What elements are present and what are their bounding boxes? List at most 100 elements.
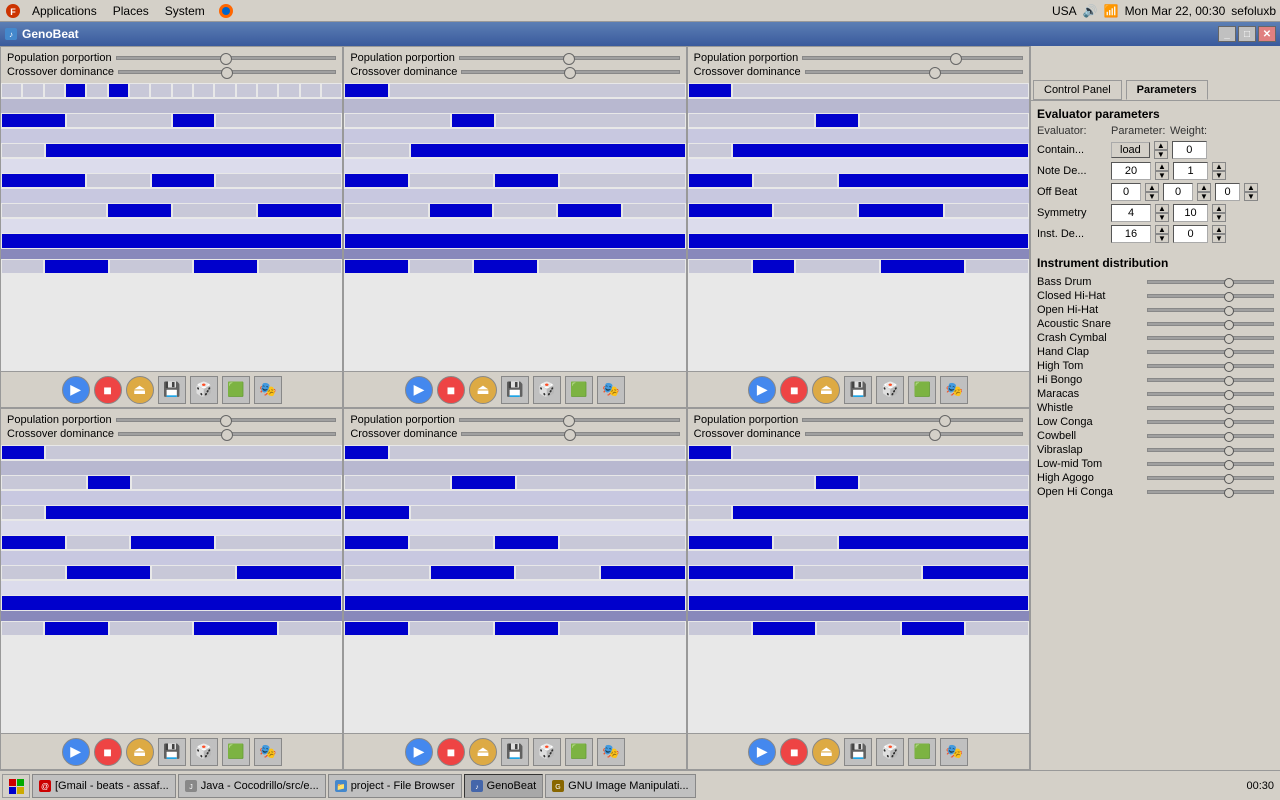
pattern-button-1-2[interactable]: 🟩 [565, 376, 593, 404]
minimize-button[interactable]: _ [1218, 26, 1236, 42]
dice-button-1-3[interactable]: 🎲 [876, 376, 904, 404]
inst-slider-bass-drum[interactable] [1147, 280, 1274, 284]
contain-weight-input[interactable] [1172, 141, 1207, 159]
pop-slider-1-3[interactable] [802, 56, 1023, 60]
inst-slider-low-conga[interactable] [1147, 420, 1274, 424]
eject-button-2-2[interactable]: ⏏ [469, 738, 497, 766]
pattern-button-1-1[interactable]: 🟩 [222, 376, 250, 404]
pattern-button-2-1[interactable]: 🟩 [222, 738, 250, 766]
inst-slider-hi-bongo[interactable] [1147, 378, 1274, 382]
firefox-icon[interactable] [217, 2, 235, 20]
save-button-1-2[interactable]: 💾 [501, 376, 529, 404]
close-button[interactable]: ✕ [1258, 26, 1276, 42]
dice-button-2-3[interactable]: 🎲 [876, 738, 904, 766]
start-button[interactable] [2, 774, 30, 798]
inst-slider-whistle[interactable] [1147, 406, 1274, 410]
offbeat-p1-up[interactable]: ▲ [1145, 183, 1159, 192]
offbeat-weight-input[interactable] [1215, 183, 1240, 201]
pop-slider-2-1[interactable] [116, 418, 337, 422]
cross-slider-1-3[interactable] [805, 70, 1023, 74]
stop-button-2-1[interactable]: ■ [94, 738, 122, 766]
tool-button-1-3[interactable]: 🎭 [940, 376, 968, 404]
taskbar-gmail[interactable]: @ [Gmail - beats - assaf... [32, 774, 176, 798]
save-button-2-2[interactable]: 💾 [501, 738, 529, 766]
taskbar-java[interactable]: J Java - Cocodrillo/src/e... [178, 774, 326, 798]
eject-button-2-3[interactable]: ⏏ [812, 738, 840, 766]
notede-weight-down[interactable]: ▼ [1212, 171, 1226, 180]
tool-button-2-1[interactable]: 🎭 [254, 738, 282, 766]
inst-slider-lowmid-tom[interactable] [1147, 462, 1274, 466]
dice-button-2-2[interactable]: 🎲 [533, 738, 561, 766]
stop-button-1-2[interactable]: ■ [437, 376, 465, 404]
contain-load-button[interactable]: load [1111, 142, 1150, 158]
notede-weight-input[interactable] [1173, 162, 1208, 180]
eject-button-1-1[interactable]: ⏏ [126, 376, 154, 404]
inst-slider-open-hi-conga[interactable] [1147, 490, 1274, 494]
symmetry-p-down[interactable]: ▼ [1155, 213, 1169, 222]
symmetry-w-down[interactable]: ▼ [1212, 213, 1226, 222]
notede-param-input[interactable] [1111, 162, 1151, 180]
instde-p-down[interactable]: ▼ [1155, 234, 1169, 243]
eject-button-2-1[interactable]: ⏏ [126, 738, 154, 766]
inst-slider-crash-cymbal[interactable] [1147, 336, 1274, 340]
inst-slider-cowbell[interactable] [1147, 434, 1274, 438]
pattern-button-2-2[interactable]: 🟩 [565, 738, 593, 766]
pop-slider-2-2[interactable] [459, 418, 680, 422]
tool-button-2-2[interactable]: 🎭 [597, 738, 625, 766]
offbeat-param1-input[interactable] [1111, 183, 1141, 201]
tool-button-2-3[interactable]: 🎭 [940, 738, 968, 766]
play-button-2-3[interactable]: ▶ [748, 738, 776, 766]
eject-button-1-3[interactable]: ⏏ [812, 376, 840, 404]
inst-slider-high-tom[interactable] [1147, 364, 1274, 368]
cross-slider-2-3[interactable] [805, 432, 1023, 436]
dice-button-1-2[interactable]: 🎲 [533, 376, 561, 404]
eject-button-1-2[interactable]: ⏏ [469, 376, 497, 404]
symmetry-p-up[interactable]: ▲ [1155, 204, 1169, 213]
cross-slider-1-2[interactable] [461, 70, 679, 74]
save-button-2-1[interactable]: 💾 [158, 738, 186, 766]
stop-button-1-1[interactable]: ■ [94, 376, 122, 404]
instde-param-input[interactable] [1111, 225, 1151, 243]
save-button-1-3[interactable]: 💾 [844, 376, 872, 404]
play-button-2-2[interactable]: ▶ [405, 738, 433, 766]
cross-slider-2-1[interactable] [118, 432, 336, 436]
places-menu[interactable]: Places [105, 2, 157, 20]
stop-button-2-2[interactable]: ■ [437, 738, 465, 766]
save-button-2-3[interactable]: 💾 [844, 738, 872, 766]
pop-slider-2-3[interactable] [802, 418, 1023, 422]
inst-slider-acoustic-snare[interactable] [1147, 322, 1274, 326]
cross-slider-1-1[interactable] [118, 70, 336, 74]
offbeat-p1-down[interactable]: ▼ [1145, 192, 1159, 201]
offbeat-w-up[interactable]: ▲ [1244, 183, 1258, 192]
offbeat-p2-down[interactable]: ▼ [1197, 192, 1211, 201]
instde-weight-input[interactable] [1173, 225, 1208, 243]
inst-slider-closed-hihat[interactable] [1147, 294, 1274, 298]
pattern-button-1-3[interactable]: 🟩 [908, 376, 936, 404]
symmetry-param-input[interactable] [1111, 204, 1151, 222]
contain-weight-down[interactable]: ▼ [1154, 150, 1168, 159]
inst-slider-hand-clap[interactable] [1147, 350, 1274, 354]
tab-parameters[interactable]: Parameters [1126, 80, 1208, 100]
stop-button-2-3[interactable]: ■ [780, 738, 808, 766]
tool-button-1-1[interactable]: 🎭 [254, 376, 282, 404]
instde-w-up[interactable]: ▲ [1212, 225, 1226, 234]
instde-w-down[interactable]: ▼ [1212, 234, 1226, 243]
notede-weight-up[interactable]: ▲ [1212, 162, 1226, 171]
save-button-1-1[interactable]: 💾 [158, 376, 186, 404]
cross-slider-2-2[interactable] [461, 432, 679, 436]
system-menu[interactable]: System [157, 2, 213, 20]
play-button-1-1[interactable]: ▶ [62, 376, 90, 404]
tab-control-panel[interactable]: Control Panel [1033, 80, 1122, 100]
offbeat-w-down[interactable]: ▼ [1244, 192, 1258, 201]
notede-param-down[interactable]: ▼ [1155, 171, 1169, 180]
instde-p-up[interactable]: ▲ [1155, 225, 1169, 234]
taskbar-genobeat[interactable]: ♪ GenoBeat [464, 774, 544, 798]
pattern-button-2-3[interactable]: 🟩 [908, 738, 936, 766]
inst-slider-open-hihat[interactable] [1147, 308, 1274, 312]
symmetry-weight-input[interactable] [1173, 204, 1208, 222]
symmetry-w-up[interactable]: ▲ [1212, 204, 1226, 213]
pop-slider-1-2[interactable] [459, 56, 680, 60]
play-button-1-3[interactable]: ▶ [748, 376, 776, 404]
maximize-button[interactable]: □ [1238, 26, 1256, 42]
dice-button-1-1[interactable]: 🎲 [190, 376, 218, 404]
